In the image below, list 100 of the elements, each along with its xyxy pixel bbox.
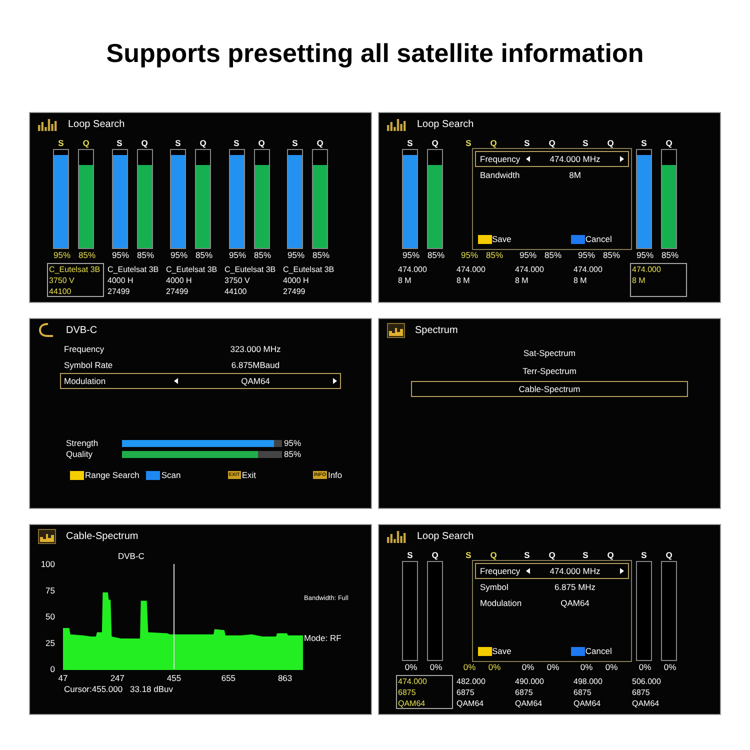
- signal-label: S: [406, 137, 414, 149]
- screen-title: Loop Search: [68, 118, 125, 132]
- signal-label: S: [523, 137, 531, 149]
- setting-row[interactable]: Modulation QAM64: [60, 373, 341, 389]
- quality-label: Q: [257, 137, 266, 149]
- quality-label: Q: [606, 549, 615, 561]
- signal-reading: 95%: [576, 249, 596, 262]
- dialog-row[interactable]: Frequency 474.000 MHz: [475, 151, 629, 167]
- signal-reading: 95%: [169, 249, 188, 262]
- setting-value: 323.000 MHz: [229, 342, 282, 356]
- spectrum-icon: [387, 322, 405, 338]
- signal-reading: 0%: [520, 661, 536, 674]
- right-arrow-icon: [333, 378, 337, 384]
- signal-reading: 95%: [228, 249, 247, 262]
- level-reading: 33.18 dBuv: [130, 684, 174, 694]
- channel-info-line: C_Eutelsat 3B: [283, 264, 336, 275]
- signal-label: S: [116, 137, 124, 149]
- dialog-label: Symbol: [480, 580, 510, 594]
- x-tick-label: 47: [58, 673, 68, 683]
- channel-info-line: 3750 V: [49, 275, 76, 286]
- signal-reading: 95%: [401, 249, 420, 262]
- channel-info-line: 4000 H: [166, 275, 193, 286]
- dialog-label: Frequency: [480, 152, 522, 166]
- dialog-row[interactable]: Frequency 474.000 MHz: [475, 563, 629, 579]
- setting-row[interactable]: Symbol Rate 6.875MBaud: [60, 357, 341, 373]
- dialog-button[interactable]: Cancel: [571, 645, 612, 658]
- setting-label: Symbol Rate: [64, 358, 114, 372]
- right-arrow-icon: [620, 156, 624, 162]
- signal-standard: DVB-C: [118, 551, 144, 561]
- setting-value: QAM64: [240, 374, 271, 388]
- channel-info-line: QAM64: [398, 698, 426, 709]
- dialog-row[interactable]: Modulation QAM64: [475, 595, 629, 611]
- dialog-value: QAM64: [560, 596, 590, 610]
- setting-label: Frequency: [64, 342, 106, 356]
- mode-label: Mode: RF: [304, 633, 342, 643]
- x-tick-label: 455: [166, 673, 182, 683]
- quality-label: Q: [664, 137, 674, 149]
- dialog-button[interactable]: Save: [478, 233, 512, 246]
- quality-label: Q: [430, 549, 440, 561]
- quality-reading: 0%: [428, 661, 444, 674]
- signal-label: S: [174, 137, 182, 149]
- quality-label: Q: [198, 137, 208, 149]
- channel-info-line: 27499: [108, 286, 131, 297]
- dialog-label: Frequency: [480, 564, 522, 578]
- dialog-value: 474.000 MHz: [548, 564, 602, 578]
- channel-info-line: 8 M: [574, 275, 588, 286]
- dialog-button[interactable]: Save: [478, 645, 512, 658]
- channel-info-line: QAM64: [456, 698, 485, 709]
- signal-bars-icon: [38, 117, 58, 131]
- quality-reading: 85%: [136, 249, 155, 262]
- quality-reading: 0%: [546, 661, 560, 674]
- screen-title: Loop Search: [417, 530, 474, 544]
- signal-bars-icon: [387, 117, 407, 131]
- signal-reading: 95%: [52, 249, 72, 262]
- cursor-line[interactable]: [174, 564, 175, 670]
- signal-reading: 95%: [518, 249, 538, 262]
- quality-reading: 0%: [662, 661, 678, 674]
- signal-label: S: [582, 137, 590, 149]
- channel-info-line: QAM64: [574, 698, 602, 709]
- signal-label: S: [640, 549, 648, 561]
- setting-row[interactable]: Frequency 323.000 MHz: [60, 341, 341, 357]
- menu-item[interactable]: Sat-Spectrum: [411, 345, 688, 361]
- signal-label: S: [291, 137, 299, 149]
- quality-reading: 85%: [426, 249, 446, 262]
- quality-label: Q: [664, 549, 674, 561]
- menu-item[interactable]: Cable-Spectrum: [411, 381, 688, 397]
- signal-reading: 0%: [579, 661, 594, 674]
- channel-info-line: 8 M: [632, 275, 646, 286]
- signal-reading: 95%: [110, 249, 130, 262]
- meter-reading: 85%: [284, 448, 302, 461]
- right-arrow-icon: [620, 568, 624, 574]
- menu-item[interactable]: Terr-Spectrum: [411, 363, 688, 379]
- left-arrow-icon: [526, 156, 530, 162]
- screen-title: Spectrum: [415, 324, 458, 338]
- channel-info-line: 44100: [224, 286, 248, 297]
- channel-info-line: 474.000: [398, 676, 428, 687]
- cable-icon: [38, 322, 56, 338]
- channel-info-line: QAM64: [515, 698, 544, 709]
- channel-info-line: 6875: [456, 687, 476, 698]
- quality-label: Q: [489, 549, 498, 561]
- screen-title: DVB-C: [66, 324, 98, 338]
- channel-info-line: C_Eutelsat 3B: [49, 264, 102, 275]
- meter-label: Strength: [66, 437, 100, 450]
- x-tick-label: 863: [278, 673, 292, 683]
- channel-info-line: 6875: [632, 687, 651, 698]
- dialog-row[interactable]: Bandwidth 8M: [475, 167, 629, 183]
- quality-reading: 85%: [660, 249, 680, 262]
- legend-label: Exit: [242, 469, 256, 482]
- quality-reading: 85%: [311, 249, 330, 262]
- dialog-row[interactable]: Symbol 6.875 MHz: [475, 579, 629, 595]
- y-tick-label: 0: [50, 664, 55, 674]
- meter-reading: 95%: [284, 437, 302, 450]
- dialog-button[interactable]: Cancel: [571, 233, 612, 246]
- quality-label: Q: [430, 137, 440, 149]
- dialog-value: 6.875 MHz: [553, 580, 597, 594]
- signal-label: S: [640, 137, 648, 149]
- quality-label: Q: [82, 137, 90, 149]
- channel-info-line: 6875: [398, 687, 417, 698]
- signal-label: S: [57, 137, 65, 149]
- channel-info-line: 474.000: [456, 264, 486, 275]
